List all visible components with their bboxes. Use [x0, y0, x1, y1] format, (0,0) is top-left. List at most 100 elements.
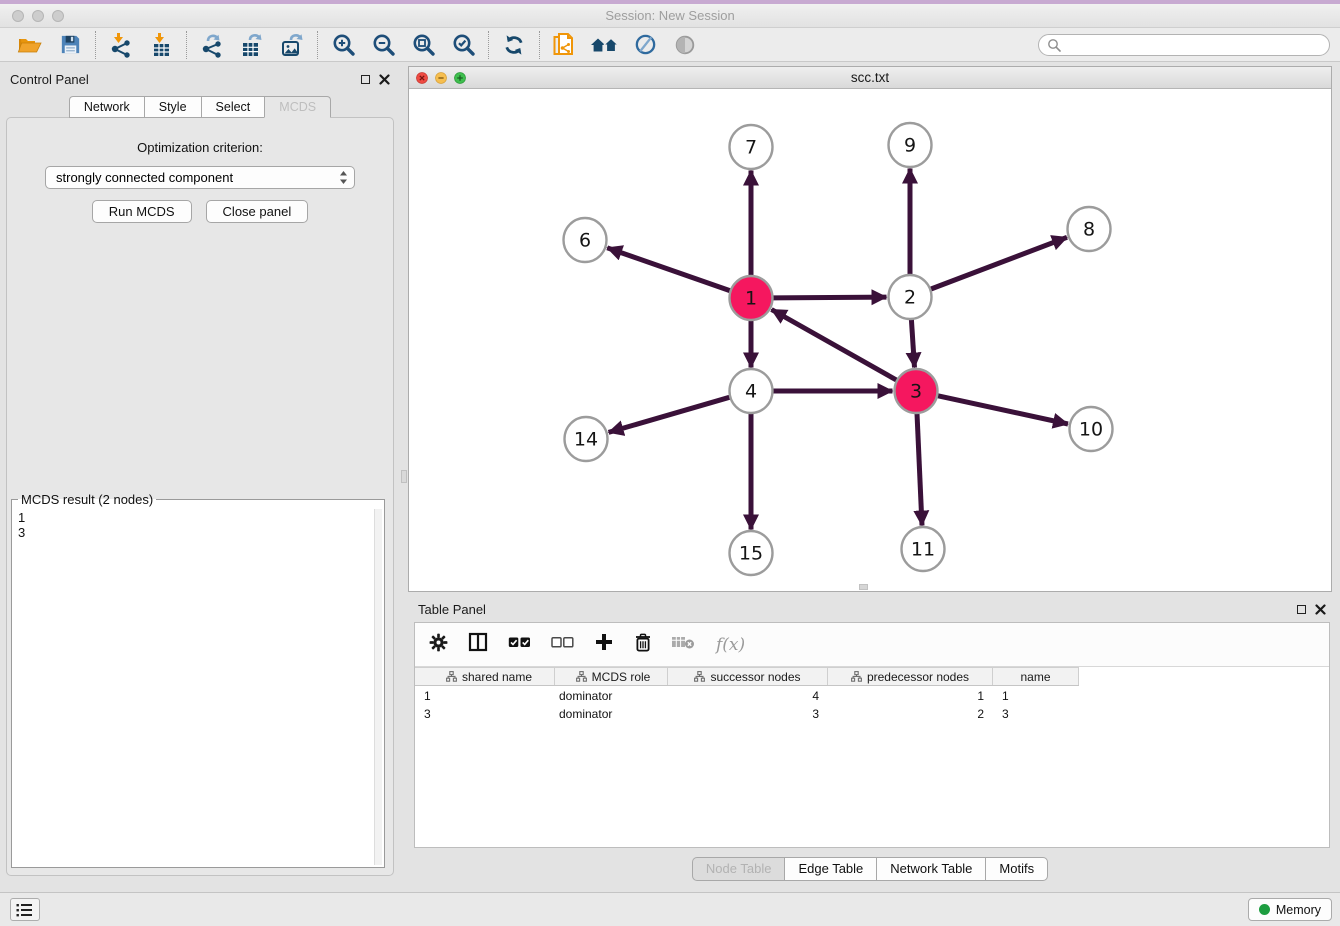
canvas-resize-grip[interactable] [859, 584, 868, 590]
delete-column-button[interactable] [634, 632, 652, 657]
network-view-title: scc.txt [409, 70, 1331, 85]
zoom-selected-button[interactable] [443, 29, 483, 61]
graph-node[interactable]: 4 [730, 369, 773, 413]
graph-node[interactable]: 10 [1070, 407, 1113, 451]
column-header-shared-name[interactable]: shared name [415, 668, 555, 685]
tab-mcds[interactable]: MCDS [264, 96, 331, 118]
graph-node[interactable]: 9 [889, 123, 932, 167]
zoom-out-button[interactable] [363, 29, 403, 61]
run-mcds-button[interactable]: Run MCDS [92, 200, 192, 223]
tab-edge-table[interactable]: Edge Table [784, 857, 876, 881]
mcds-result-text[interactable]: 1 3 [14, 509, 373, 865]
graph-node[interactable]: 11 [902, 527, 945, 571]
graph-node[interactable]: 8 [1068, 207, 1111, 251]
float-panel-icon[interactable] [1297, 605, 1306, 614]
graph-node[interactable]: 2 [889, 275, 932, 319]
graph-edge[interactable] [917, 414, 922, 526]
optimization-criterion-select[interactable]: strongly connected component [45, 166, 355, 189]
network-graph[interactable]: 1 2 3 4 6 7 8 9 10 11 14 15 [409, 89, 1331, 591]
splitter-grip[interactable] [401, 470, 407, 483]
result-scrollbar[interactable] [374, 509, 382, 865]
table-settings-button[interactable] [429, 633, 448, 657]
graph-node-label: 10 [1079, 419, 1103, 441]
table-cell[interactable]: 3 [415, 706, 555, 722]
table-body: 1dominator4113dominator323 [415, 687, 1329, 723]
graph-edge[interactable] [772, 310, 897, 381]
tab-select[interactable]: Select [201, 96, 265, 118]
tab-network[interactable]: Network [69, 96, 144, 118]
deselect-all-icon [551, 636, 574, 649]
close-panel-button[interactable]: Close panel [206, 200, 309, 223]
hide-graphics-button[interactable] [665, 29, 705, 61]
add-column-button[interactable] [594, 632, 614, 657]
column-header-predecessor-nodes[interactable]: predecessor nodes [828, 668, 993, 685]
table-panel-tabs: Node Table Edge Table Network Table Moti… [408, 857, 1332, 881]
minimize-view-icon[interactable] [435, 72, 447, 84]
graph-node[interactable]: 7 [730, 125, 773, 169]
show-columns-button[interactable] [468, 632, 488, 657]
tab-style[interactable]: Style [144, 96, 201, 118]
memory-button[interactable]: Memory [1248, 898, 1332, 921]
maximize-view-icon[interactable] [454, 72, 466, 84]
import-table-button[interactable] [141, 29, 181, 61]
table-cell[interactable]: 3 [668, 706, 828, 722]
graph-node[interactable]: 3 [895, 369, 938, 413]
network-window-titlebar[interactable]: scc.txt [409, 67, 1331, 89]
graph-edge[interactable] [931, 237, 1067, 289]
graph-node[interactable]: 14 [565, 417, 608, 461]
developer-panel-button[interactable] [10, 898, 40, 921]
table-cell[interactable]: 1 [828, 688, 993, 704]
style-preview-button[interactable] [625, 29, 665, 61]
deselect-all-columns-button[interactable] [551, 636, 574, 654]
graph-edge[interactable] [774, 297, 887, 298]
table-cell[interactable]: 1 [993, 688, 1079, 704]
table-cell[interactable]: 4 [668, 688, 828, 704]
export-table-button[interactable] [232, 29, 272, 61]
graph-node[interactable]: 1 [730, 276, 773, 320]
export-network-button[interactable] [192, 29, 232, 61]
column-header-successor-nodes[interactable]: successor nodes [668, 668, 828, 685]
graph-node[interactable]: 15 [730, 531, 773, 575]
memory-status-icon [1259, 904, 1270, 915]
function-builder-button[interactable]: f(x) [716, 635, 745, 655]
zoom-fit-button[interactable] [403, 29, 443, 61]
graph-edge[interactable] [938, 396, 1068, 424]
export-image-button[interactable] [272, 29, 312, 61]
zoom-fit-icon [411, 32, 436, 57]
search-box[interactable] [1038, 34, 1330, 56]
table-cell[interactable]: dominator [555, 706, 668, 722]
refresh-button[interactable] [494, 29, 534, 61]
graph-edge[interactable] [607, 248, 730, 291]
table-row[interactable]: 1dominator411 [415, 688, 1079, 704]
select-all-columns-button[interactable] [508, 636, 531, 654]
table-cell[interactable]: 1 [415, 688, 555, 704]
tab-network-table[interactable]: Network Table [876, 857, 985, 881]
node-table-block: f(x) shared name MCDS role successor nod… [414, 622, 1330, 848]
float-panel-icon[interactable] [361, 75, 370, 84]
graph-node-label: 7 [745, 137, 757, 159]
close-panel-icon[interactable] [379, 74, 390, 85]
save-session-button[interactable] [50, 29, 90, 61]
home-button[interactable] [585, 29, 625, 61]
graph-edge[interactable] [609, 397, 730, 432]
network-canvas[interactable]: 1 2 3 4 6 7 8 9 10 11 14 15 [409, 89, 1331, 591]
close-panel-icon[interactable] [1315, 604, 1326, 615]
import-network-button[interactable] [101, 29, 141, 61]
graph-node[interactable]: 6 [564, 218, 607, 262]
table-cell[interactable]: 3 [993, 706, 1079, 722]
graph-edge[interactable] [911, 320, 914, 368]
search-input[interactable] [1066, 38, 1321, 52]
network-from-file-button[interactable] [545, 29, 585, 61]
table-cell[interactable]: dominator [555, 688, 668, 704]
tab-motifs[interactable]: Motifs [985, 857, 1048, 881]
tab-node-table[interactable]: Node Table [692, 857, 785, 881]
column-header-mcds-role[interactable]: MCDS role [555, 668, 668, 685]
close-view-icon[interactable] [416, 72, 428, 84]
table-cell[interactable]: 2 [828, 706, 993, 722]
zoom-in-button[interactable] [323, 29, 363, 61]
open-session-button[interactable] [10, 29, 50, 61]
table-row[interactable]: 3dominator323 [415, 706, 1079, 722]
delete-table-button[interactable] [672, 634, 696, 655]
open-folder-icon [17, 32, 43, 58]
column-header-name[interactable]: name [993, 668, 1079, 685]
